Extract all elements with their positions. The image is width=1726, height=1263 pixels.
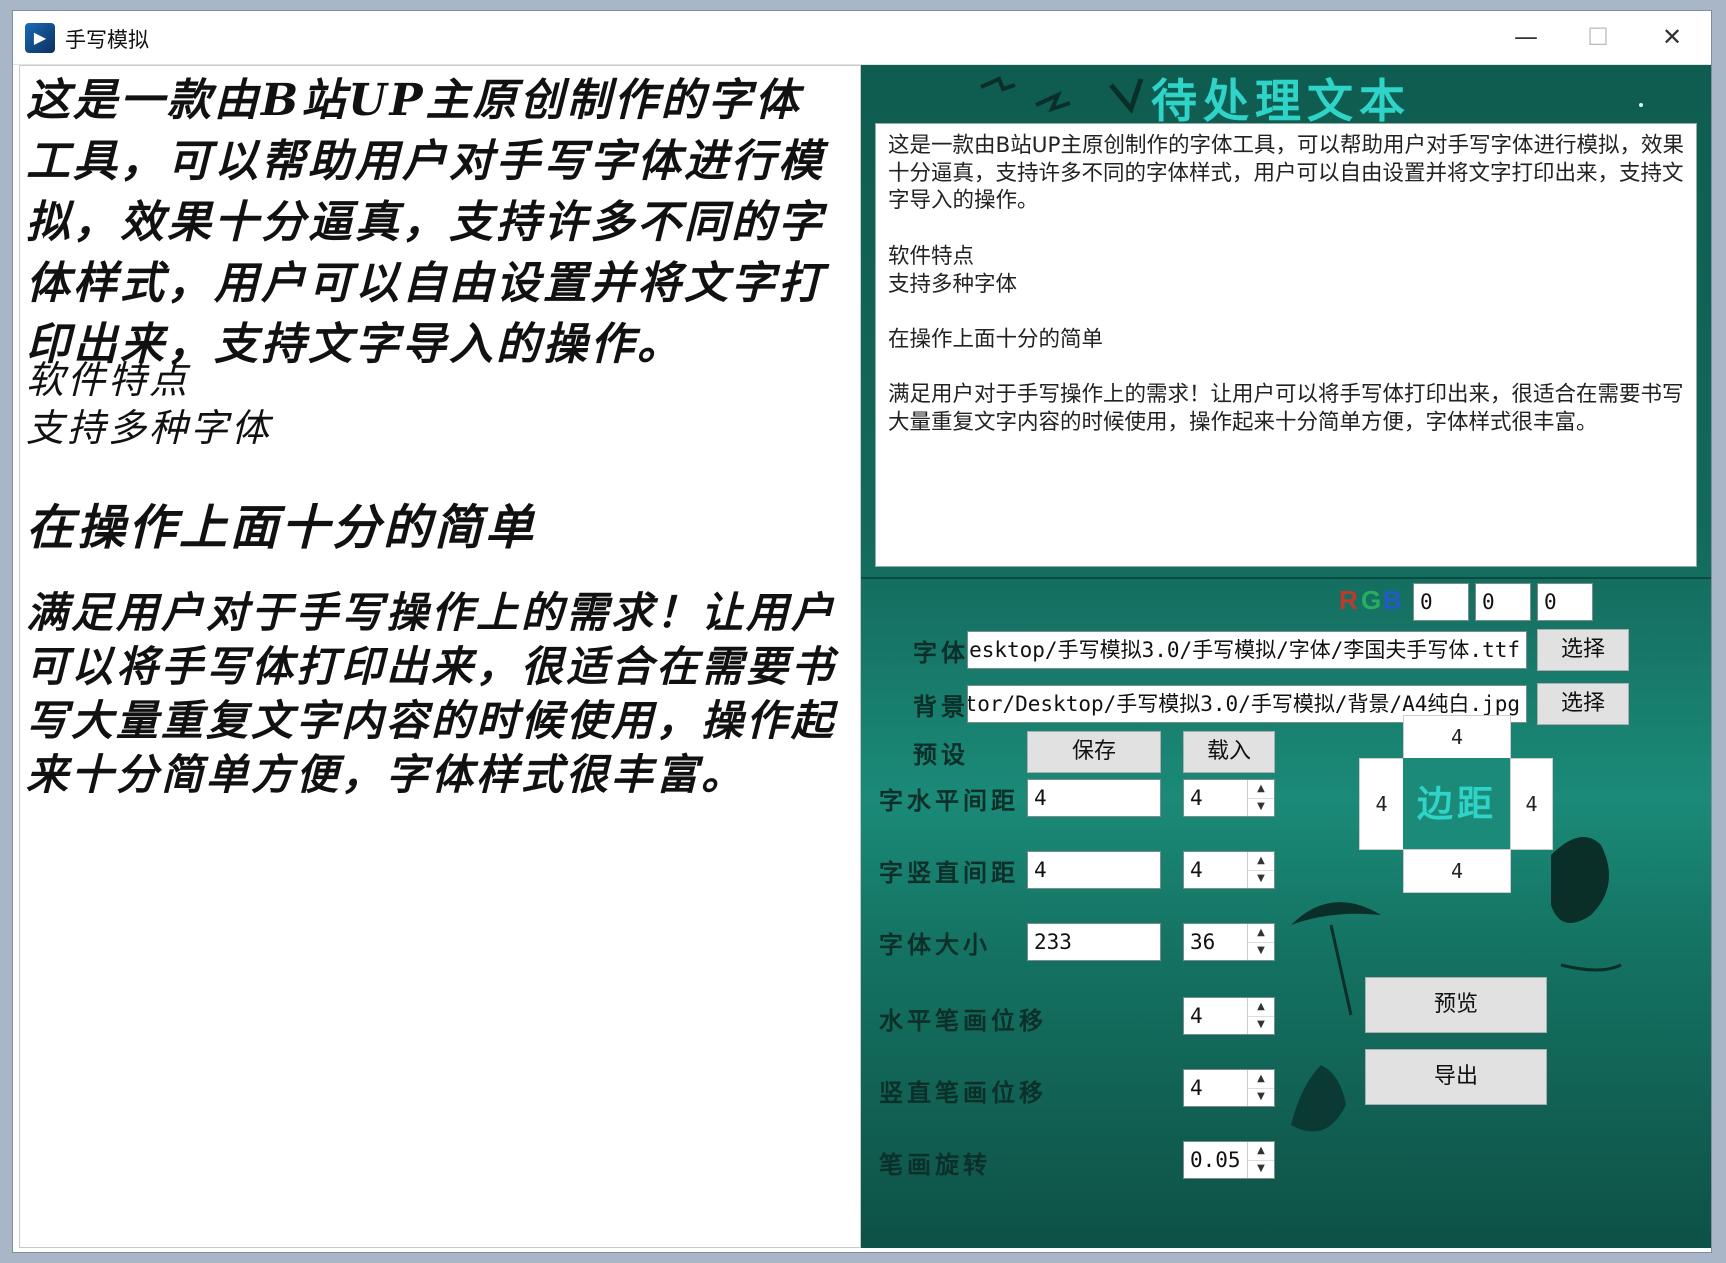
rotation-label: 笔画旋转 <box>879 1150 991 1179</box>
maximize-icon[interactable]: ☐ <box>1563 15 1633 59</box>
h-spacing-input[interactable]: 4 <box>1027 779 1161 817</box>
h-spacing-label: 字水平间距 <box>879 786 1019 815</box>
rgb-r-input[interactable]: 0 <box>1413 583 1469 621</box>
control-panel: 待处理文本 这是一款由B站UP主原创制作的字体工具，可以帮助用户对手写字体进行模… <box>861 65 1711 1248</box>
font-size-label: 字体大小 <box>879 930 991 959</box>
spin-up-icon[interactable]: ▲ <box>1248 1070 1274 1089</box>
window-title: 手写模拟 <box>65 28 149 52</box>
load-preset-button[interactable]: 载入 <box>1183 731 1275 773</box>
rgb-r-label: R <box>1339 585 1358 615</box>
h-stroke-label: 水平笔画位移 <box>879 1006 1047 1035</box>
handwriting-preview: 这是一款由B站UP主原创制作的字体工具，可以帮助用户对手写字体进行模拟，效果十分… <box>19 65 861 1248</box>
background-label: 背景 <box>913 692 969 721</box>
source-text-area[interactable]: 这是一款由B站UP主原创制作的字体工具，可以帮助用户对手写字体进行模拟，效果十分… <box>875 123 1697 567</box>
v-spacing-label: 字竖直间距 <box>879 858 1019 887</box>
spin-down-icon[interactable]: ▼ <box>1248 1088 1274 1106</box>
app-window: ▶ 手写模拟 — ☐ ✕ 这是一款由B站UP主原创制作的字体工具，可以帮助用户对… <box>12 10 1712 1253</box>
preview-paragraph: 软件特点 支持多种字体 <box>26 358 273 450</box>
background-select-button[interactable]: 选择 <box>1537 683 1629 725</box>
h-spacing-spinner[interactable]: 4 ▲ ▼ <box>1183 779 1275 817</box>
preview-paragraph: 在操作上面十分的简单 <box>26 500 537 556</box>
spin-down-icon[interactable]: ▼ <box>1248 870 1274 888</box>
v-stroke-spinner[interactable]: 4 ▲ ▼ <box>1183 1069 1275 1107</box>
preview-button[interactable]: 预览 <box>1365 977 1547 1033</box>
rgb-b-input[interactable]: 0 <box>1537 583 1593 621</box>
spin-up-icon[interactable]: ▲ <box>1248 998 1274 1017</box>
margin-left-input[interactable]: 4 <box>1359 758 1404 850</box>
rgb-b-label: B <box>1383 585 1402 615</box>
close-icon[interactable]: ✕ <box>1637 15 1707 59</box>
export-button[interactable]: 导出 <box>1365 1049 1547 1105</box>
font-size-input[interactable]: 233 <box>1027 923 1161 961</box>
font-select-button[interactable]: 选择 <box>1537 629 1629 671</box>
preview-paragraph: 这是一款由B站UP主原创制作的字体工具，可以帮助用户对手写字体进行模拟，效果十分… <box>26 75 825 370</box>
v-spacing-spinner[interactable]: 4 ▲ ▼ <box>1183 851 1275 889</box>
spin-up-icon[interactable]: ▲ <box>1248 924 1274 943</box>
rgb-g-input[interactable]: 0 <box>1475 583 1531 621</box>
font-size-spinner[interactable]: 36 ▲ ▼ <box>1183 923 1275 961</box>
margin-label: 边距 <box>1403 758 1511 850</box>
rotation-spinner[interactable]: 0.05 ▲ ▼ <box>1183 1141 1275 1179</box>
title-bar[interactable]: ▶ 手写模拟 — ☐ ✕ <box>13 11 1711 65</box>
v-stroke-label: 竖直笔画位移 <box>879 1078 1047 1107</box>
panel-divider <box>861 577 1711 579</box>
preview-paragraph: 满足用户对于手写操作上的需求！让用户可以将手写体打印出来，很适合在需要书写大量重… <box>26 588 837 799</box>
spin-down-icon[interactable]: ▼ <box>1248 942 1274 960</box>
font-path-field[interactable]: /Desktop/手写模拟3.0/手写模拟/字体/李国夫手写体.ttf <box>967 631 1527 669</box>
margin-bottom-input[interactable]: 4 <box>1403 849 1511 893</box>
spin-down-icon[interactable]: ▼ <box>1248 1160 1274 1178</box>
rgb-g-label: G <box>1361 585 1382 615</box>
preset-label: 预设 <box>913 740 969 769</box>
margin-top-input[interactable]: 4 <box>1403 715 1511 759</box>
section-title: 待处理文本 <box>1151 74 1411 128</box>
v-spacing-input[interactable]: 4 <box>1027 851 1161 889</box>
spin-up-icon[interactable]: ▲ <box>1248 852 1274 871</box>
margin-right-input[interactable]: 4 <box>1510 758 1553 850</box>
save-preset-button[interactable]: 保存 <box>1027 731 1161 773</box>
spin-up-icon[interactable]: ▲ <box>1248 780 1274 799</box>
minimize-icon[interactable]: — <box>1491 15 1561 59</box>
font-label: 字体 <box>913 638 969 667</box>
app-icon: ▶ <box>25 23 55 53</box>
spin-down-icon[interactable]: ▼ <box>1248 798 1274 816</box>
spin-up-icon[interactable]: ▲ <box>1248 1142 1274 1161</box>
h-stroke-spinner[interactable]: 4 ▲ ▼ <box>1183 997 1275 1035</box>
spin-down-icon[interactable]: ▼ <box>1248 1016 1274 1034</box>
